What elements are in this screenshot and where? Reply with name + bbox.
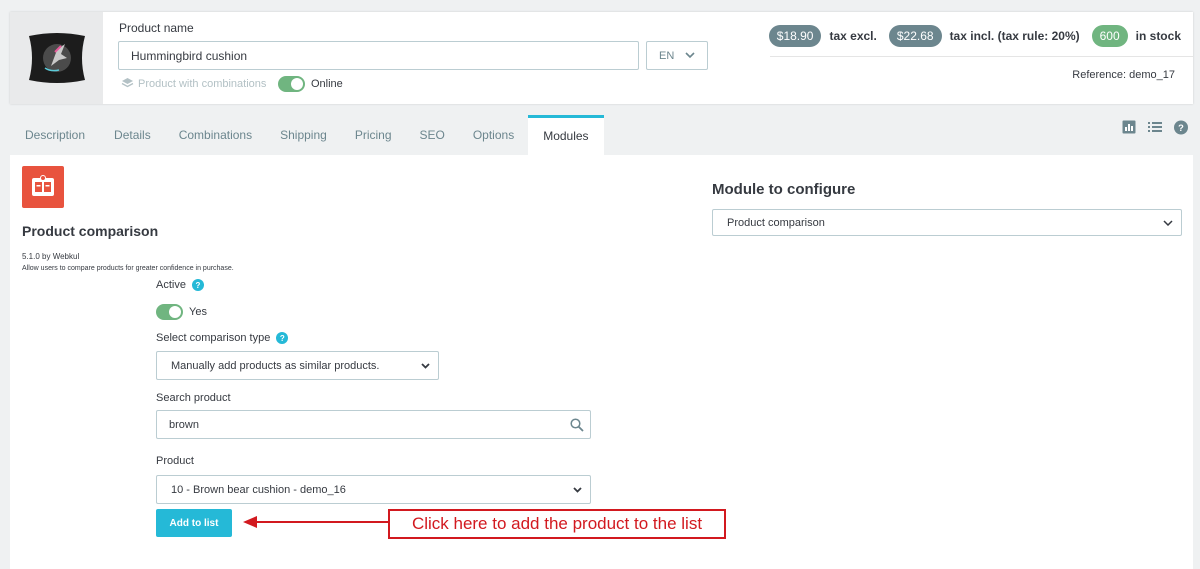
price-incl-badge: $22.68 bbox=[888, 25, 942, 47]
comparison-type-field-label: Select comparison type ? bbox=[156, 332, 289, 344]
tab-shipping[interactable]: Shipping bbox=[266, 115, 341, 155]
module-to-configure-select[interactable]: Product comparison bbox=[712, 209, 1182, 236]
stock-badge: 600 bbox=[1091, 25, 1128, 47]
add-to-list-button[interactable]: Add to list bbox=[156, 509, 232, 537]
tax-excl-label: tax excl. bbox=[829, 29, 877, 43]
module-title: Product comparison bbox=[22, 223, 159, 239]
annotation-arrow bbox=[243, 516, 389, 528]
product-select[interactable]: 10 - Brown bear cushion - demo_16 bbox=[156, 475, 591, 504]
tab-details[interactable]: Details bbox=[100, 115, 165, 155]
product-value: 10 - Brown bear cushion - demo_16 bbox=[171, 483, 346, 496]
online-toggle[interactable] bbox=[278, 76, 305, 92]
language-select[interactable]: EN bbox=[646, 41, 708, 70]
help-icon[interactable]: ? bbox=[276, 332, 289, 344]
help-icon[interactable]: ? bbox=[1174, 120, 1188, 134]
tab-combinations[interactable]: Combinations bbox=[165, 115, 266, 155]
chevron-down-icon bbox=[685, 52, 695, 59]
active-toggle[interactable] bbox=[156, 304, 183, 320]
product-thumbnail[interactable] bbox=[10, 12, 103, 104]
module-to-configure-title: Module to configure bbox=[712, 181, 856, 198]
language-value: EN bbox=[659, 49, 675, 62]
svg-text:?: ? bbox=[1178, 122, 1184, 132]
product-header: Product name EN Product with combination… bbox=[10, 12, 1193, 104]
product-name-input[interactable] bbox=[118, 41, 639, 70]
chevron-down-icon bbox=[421, 362, 430, 369]
search-product-label: Search product bbox=[156, 392, 231, 404]
active-value: Yes bbox=[189, 306, 207, 318]
module-icon bbox=[22, 166, 64, 208]
list-icon[interactable] bbox=[1148, 120, 1162, 134]
stock-label: in stock bbox=[1135, 29, 1181, 43]
search-value: brown bbox=[169, 418, 199, 431]
online-switch[interactable]: Online bbox=[278, 76, 343, 92]
price-summary: $18.90 tax excl. $22.68 tax incl. (tax r… bbox=[768, 25, 1181, 47]
chevron-down-icon bbox=[573, 486, 582, 493]
comparison-type-label: Select comparison type bbox=[156, 332, 271, 344]
product-tabs: Description Details Combinations Shippin… bbox=[10, 115, 604, 155]
online-label: Online bbox=[311, 78, 343, 90]
module-version: 5.1.0 by Webkul bbox=[22, 252, 80, 261]
active-field-label: Active ? bbox=[156, 279, 204, 291]
tax-incl-label: tax incl. (tax rule: 20%) bbox=[949, 29, 1080, 43]
combinations-label: Product with combinations bbox=[138, 77, 267, 90]
product-name-label: Product name bbox=[119, 21, 194, 35]
tab-modules[interactable]: Modules bbox=[528, 115, 604, 155]
annotation-callout: Click here to add the product to the lis… bbox=[388, 509, 726, 539]
tab-description[interactable]: Description bbox=[10, 115, 100, 155]
search-icon[interactable] bbox=[570, 417, 584, 432]
product-reference: Reference: demo_17 bbox=[1072, 69, 1175, 81]
comparison-type-select[interactable]: Manually add products as similar product… bbox=[156, 351, 439, 380]
layers-icon bbox=[121, 78, 134, 88]
tab-options[interactable]: Options bbox=[459, 115, 528, 155]
chart-icon[interactable] bbox=[1122, 120, 1136, 134]
search-product-input[interactable]: brown bbox=[156, 410, 591, 439]
chevron-down-icon bbox=[1163, 219, 1173, 226]
module-to-configure-value: Product comparison bbox=[727, 216, 825, 229]
active-switch[interactable]: Yes bbox=[156, 304, 207, 320]
tab-seo[interactable]: SEO bbox=[406, 115, 459, 155]
help-icon[interactable]: ? bbox=[191, 279, 204, 291]
header-divider bbox=[770, 56, 1193, 57]
product-with-combinations[interactable]: Product with combinations bbox=[121, 77, 266, 90]
active-label: Active bbox=[156, 279, 186, 291]
module-description: Allow users to compare products for grea… bbox=[22, 265, 234, 272]
module-panel: Product comparison 5.1.0 by Webkul Allow… bbox=[10, 155, 1193, 569]
comparison-type-value: Manually add products as similar product… bbox=[171, 359, 380, 372]
product-field-label: Product bbox=[156, 455, 194, 467]
tab-pricing[interactable]: Pricing bbox=[341, 115, 406, 155]
price-excl-badge: $18.90 bbox=[768, 25, 822, 47]
tab-toolbar: ? bbox=[1122, 120, 1188, 134]
